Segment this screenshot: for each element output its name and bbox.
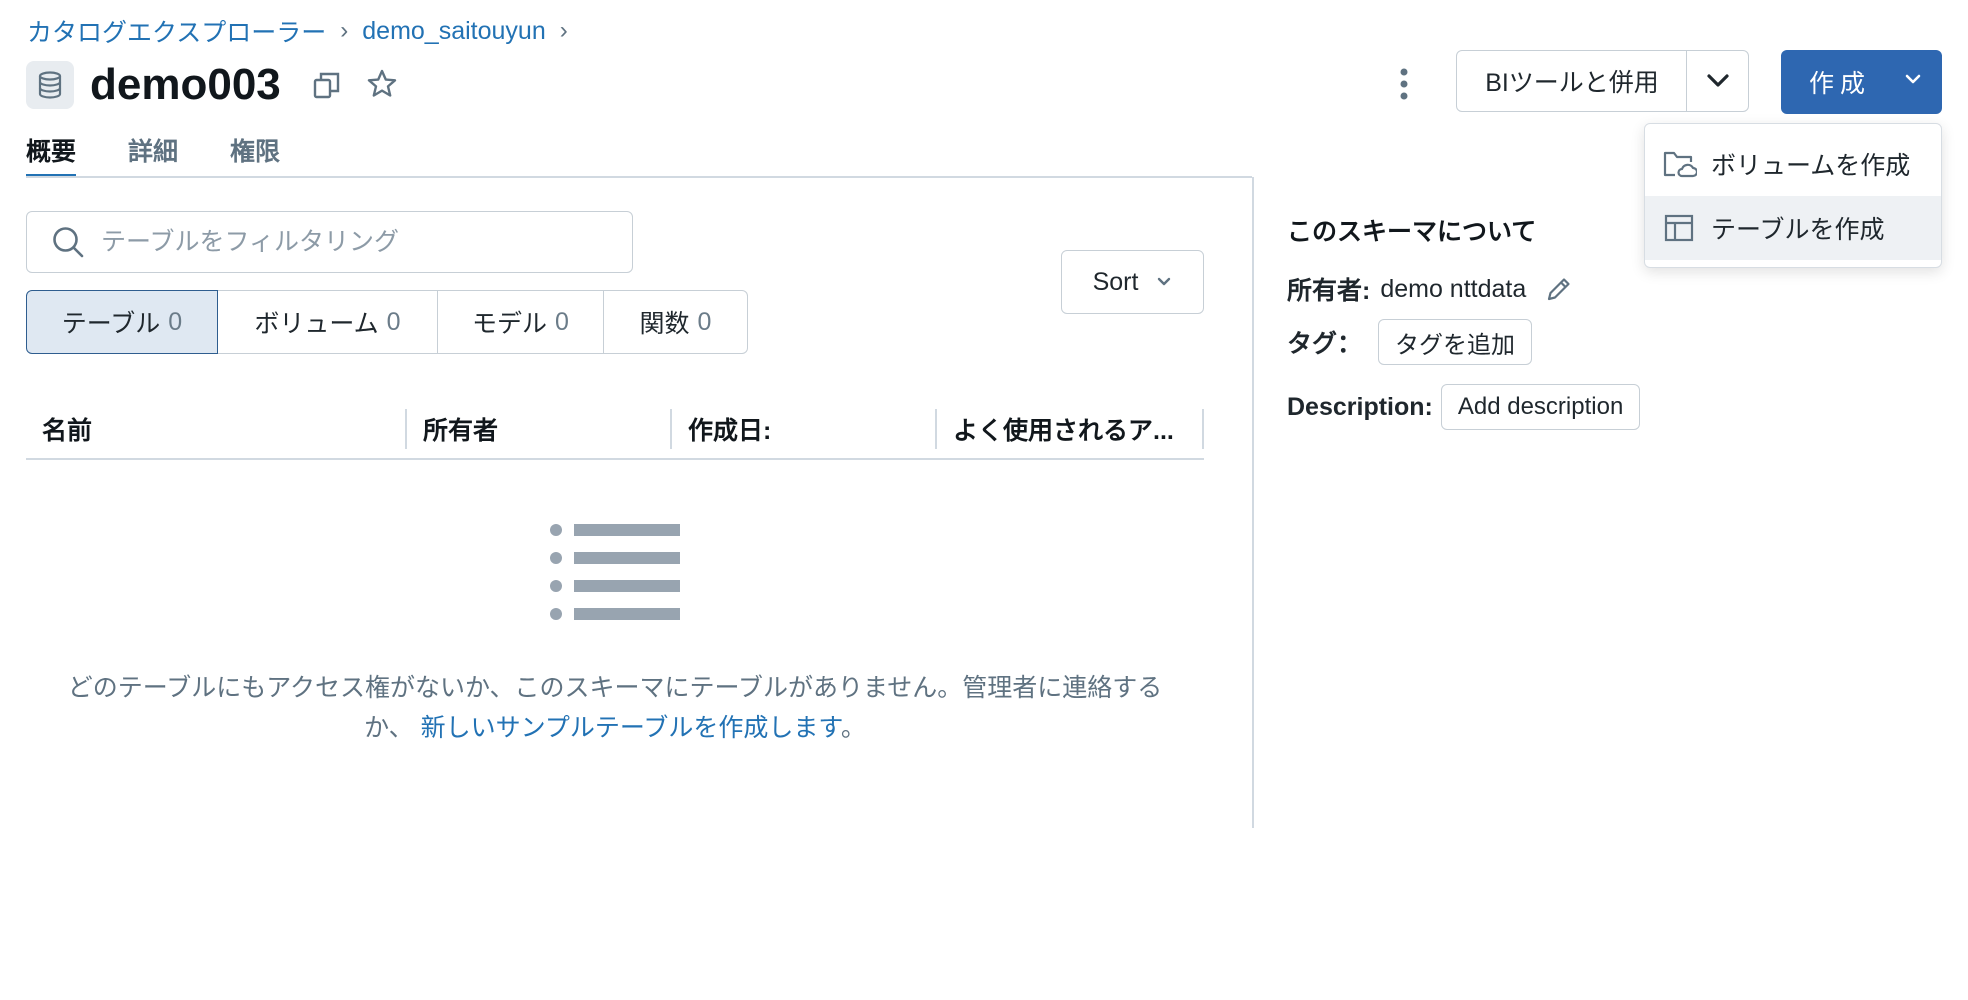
more-options-icon[interactable] xyxy=(1384,62,1424,106)
tab-permissions[interactable]: 権限 xyxy=(230,128,280,176)
owner-row: 所有者: demo nttdata xyxy=(1287,268,1574,310)
owner-value: demo nttdata xyxy=(1380,274,1527,303)
menu-item-create-volume[interactable]: ボリュームを作成 xyxy=(1645,132,1941,196)
star-icon[interactable] xyxy=(362,64,402,104)
owner-label: 所有者: xyxy=(1287,277,1371,305)
column-header-name[interactable]: 名前 xyxy=(26,409,407,449)
tab-overview[interactable]: 概要 xyxy=(26,128,77,178)
sort-label: Sort xyxy=(1092,267,1139,296)
segment-models[interactable]: モデル 0 xyxy=(438,290,604,354)
bi-tools-dropdown-button[interactable] xyxy=(1686,50,1749,112)
segment-volumes[interactable]: ボリューム 0 xyxy=(218,290,438,354)
table-header: 名前 所有者 作成日: よく使用されるア... xyxy=(26,400,1204,460)
menu-item-label: ボリュームを作成 xyxy=(1711,152,1911,180)
table-filter xyxy=(26,211,633,273)
create-sample-table-link[interactable]: 新しいサンプルテーブルを作成します xyxy=(421,714,841,742)
use-with-bi-tools-button[interactable]: BIツールと併用 xyxy=(1456,50,1688,112)
segment-tables[interactable]: テーブル 0 xyxy=(26,290,218,354)
column-header-frequently-used[interactable]: よく使用されるア... xyxy=(937,409,1204,449)
segment-count: 0 xyxy=(555,307,569,336)
copy-icon[interactable] xyxy=(308,66,346,104)
column-header-owner[interactable]: 所有者 xyxy=(407,409,672,449)
tags-row: タグ： タグを追加 xyxy=(1287,318,1533,366)
tab-bar: 概要 詳細 権限 xyxy=(26,128,280,178)
list-icon xyxy=(550,524,680,620)
filter-input[interactable] xyxy=(99,226,583,258)
menu-item-label: テーブルを作成 xyxy=(1711,216,1885,244)
breadcrumb-catalog-explorer[interactable]: カタログエクスプローラー xyxy=(27,13,326,49)
tags-label: タグ： xyxy=(1287,330,1363,358)
page-title: demo003 xyxy=(90,60,281,109)
empty-state-suffix: 。 xyxy=(840,714,866,742)
segment-count: 0 xyxy=(697,307,712,336)
create-menu: ボリュームを作成 テーブルを作成 xyxy=(1644,123,1942,268)
column-header-created[interactable]: 作成日: xyxy=(672,409,937,449)
search-icon xyxy=(51,225,85,259)
segment-label: テーブル xyxy=(61,310,161,338)
segment-label: モデル xyxy=(472,310,548,338)
database-icon xyxy=(26,61,74,109)
segment-functions[interactable]: 関数 0 xyxy=(604,290,748,354)
description-row: Description: Add description xyxy=(1287,383,1641,431)
menu-item-create-table[interactable]: テーブルを作成 xyxy=(1645,196,1941,260)
create-button-label: 作成 xyxy=(1809,70,1872,98)
breadcrumb: カタログエクスプローラー › demo_saitouyun › xyxy=(27,14,568,48)
breadcrumb-separator: › xyxy=(559,17,568,44)
add-tag-button[interactable]: タグを追加 xyxy=(1378,319,1533,365)
chevron-down-icon xyxy=(1158,277,1171,286)
segment-count: 0 xyxy=(386,307,401,336)
cloud-folder-icon xyxy=(1663,151,1697,178)
tab-details[interactable]: 詳細 xyxy=(128,128,178,176)
edit-owner-icon[interactable] xyxy=(1544,274,1574,304)
segment-count: 0 xyxy=(168,307,183,336)
breadcrumb-catalog[interactable]: demo_saitouyun xyxy=(362,17,545,46)
create-button[interactable]: 作成 xyxy=(1781,50,1942,114)
description-label: Description: xyxy=(1287,392,1433,421)
asset-type-selector: テーブル 0 ボリューム 0 モデル 0 関数 0 xyxy=(26,290,748,354)
chevron-down-icon xyxy=(1905,74,1921,84)
breadcrumb-separator: › xyxy=(340,17,349,44)
segment-label: 関数 xyxy=(639,310,690,338)
chevron-down-icon xyxy=(1706,74,1729,87)
tab-divider xyxy=(26,176,1252,178)
about-schema-title: このスキーマについて xyxy=(1287,218,1537,246)
add-description-button[interactable]: Add description xyxy=(1440,384,1641,430)
empty-state-message: どのテーブルにもアクセス権がないか、このスキーマにテーブルがありません。管理者に… xyxy=(60,668,1170,748)
table-icon xyxy=(1664,214,1694,242)
sort-button[interactable]: Sort xyxy=(1061,250,1204,314)
segment-label: ボリューム xyxy=(254,310,379,338)
panel-divider xyxy=(1252,177,1254,828)
